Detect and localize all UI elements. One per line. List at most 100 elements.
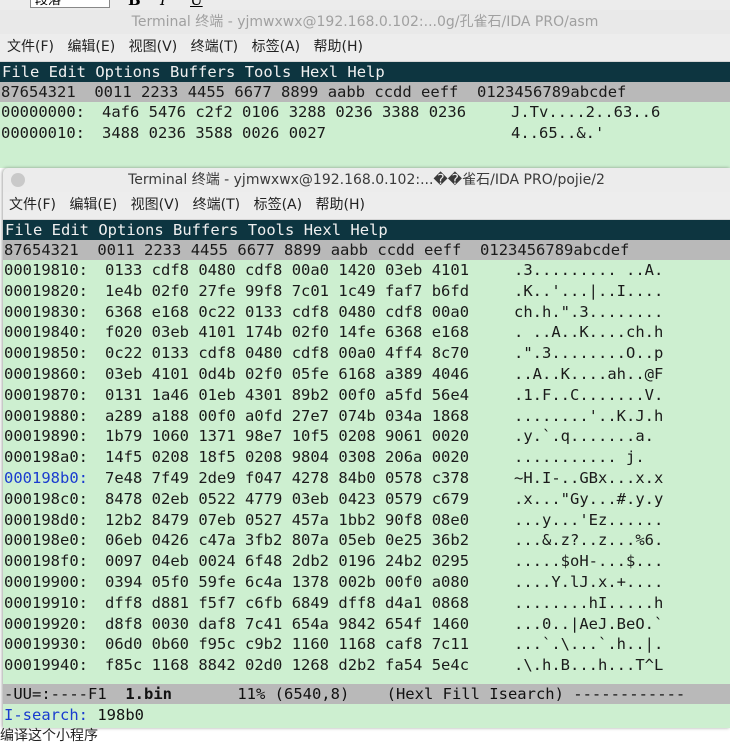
hex-word[interactable]: 05f0 — [152, 573, 189, 591]
hex-word[interactable]: 0097 — [105, 552, 142, 570]
hex-word[interactable]: 1168 — [152, 656, 189, 674]
close-icon[interactable] — [11, 173, 25, 187]
hex-word[interactable]: 8479 — [152, 511, 189, 529]
hex-row[interactable]: 00019940: f85c 1168 8842 02d0 1268 d2b2 f… — [4, 655, 730, 676]
hex-word[interactable]: 03eb — [292, 490, 329, 508]
hex-word[interactable]: 7c01 — [292, 282, 329, 300]
row-hex-bytes[interactable]: 7e48 7f49 2de9 f047 4278 84b0 0578 c378 — [105, 468, 469, 489]
hex-word[interactable]: a188 — [152, 407, 189, 425]
hex-word[interactable]: c9b2 — [245, 635, 282, 653]
hex-row[interactable]: 000198f0: 0097 04eb 0024 6f48 2db2 0196 2… — [4, 551, 730, 572]
hex-word[interactable]: 0106 — [242, 103, 279, 121]
menu-tabs[interactable]: 标签(A) — [254, 197, 303, 213]
hex-word[interactable]: d8f8 — [105, 615, 142, 633]
hex-word[interactable]: f5f7 — [198, 594, 235, 612]
hex-word[interactable]: 0027 — [289, 124, 326, 142]
hex-row[interactable]: 00019830: 6368 e168 0c22 0133 cdf8 0480 c… — [4, 302, 730, 323]
hex-word[interactable]: c679 — [432, 490, 469, 508]
emacs-menu-file[interactable]: File — [2, 63, 39, 81]
hex-word[interactable]: 0579 — [385, 490, 422, 508]
emacs-menu-tools[interactable]: Tools — [245, 63, 292, 81]
hex-word[interactable]: 3388 — [382, 103, 419, 121]
hex-word[interactable]: a289 — [105, 407, 142, 425]
hex-word[interactable]: 98e7 — [245, 427, 282, 445]
hex-word[interactable]: 0b60 — [152, 635, 189, 653]
emacs-menu-help[interactable]: Help — [347, 63, 384, 81]
hex-word[interactable]: 3588 — [195, 124, 232, 142]
row-hex-bytes[interactable]: 0097 04eb 0024 6f48 2db2 0196 24b2 0295 — [105, 551, 469, 572]
row-hex-bytes[interactable]: 1e4b 02f0 27fe 99f8 7c01 1c49 faf7 b6fd — [105, 281, 469, 302]
hex-word[interactable]: 0480 — [245, 344, 282, 362]
hex-word[interactable]: 1460 — [432, 615, 469, 633]
hex-word[interactable]: 02f0 — [245, 365, 282, 383]
row-hex-bytes[interactable]: d8f8 0030 daf8 7c41 654a 9842 654f 1460 — [105, 614, 469, 635]
hex-word[interactable]: faf7 — [385, 282, 422, 300]
hex-word[interactable]: 4301 — [245, 386, 282, 404]
hex-word[interactable]: 7f49 — [152, 469, 189, 487]
hex-word[interactable]: 0527 — [245, 511, 282, 529]
hex-word[interactable]: 02f0 — [152, 282, 189, 300]
hex-word[interactable]: 4101 — [198, 323, 235, 341]
row-hex-bytes[interactable]: 1b79 1060 1371 98e7 10f5 0208 9061 0020 — [105, 426, 469, 447]
emacs-menu-help[interactable]: Help — [350, 221, 387, 239]
hex-word[interactable]: 00f0 — [385, 573, 422, 591]
hex-word[interactable]: 1e4b — [105, 282, 142, 300]
hex-word[interactable]: 6168 — [338, 365, 375, 383]
hex-word[interactable]: 00a0 — [432, 303, 469, 321]
hex-word[interactable]: a389 — [385, 365, 422, 383]
row-hex-bytes[interactable]: 03eb 4101 0d4b 02f0 05fe 6168 a389 4046 — [105, 364, 469, 385]
hex-word[interactable]: 0030 — [152, 615, 189, 633]
hex-word[interactable]: 9804 — [292, 448, 329, 466]
hex-word[interactable]: 4278 — [292, 469, 329, 487]
hex-row[interactable]: 00019860: 03eb 4101 0d4b 02f0 05fe 6168 a… — [4, 364, 730, 385]
hex-row[interactable]: 00019820: 1e4b 02f0 27fe 99f8 7c01 1c49 f… — [4, 281, 730, 302]
hex-word[interactable]: 0208 — [338, 427, 375, 445]
hex-word[interactable]: 0426 — [152, 531, 189, 549]
hex-word[interactable]: c378 — [432, 469, 469, 487]
emacs-menu-hexl[interactable]: Hexl — [304, 221, 341, 239]
hex-word[interactable]: 1168 — [338, 635, 375, 653]
menu-terminal[interactable]: 终端(T) — [191, 39, 238, 55]
hex-word[interactable]: 0d4b — [198, 365, 235, 383]
hex-word[interactable]: 3fb2 — [245, 531, 282, 549]
emacs-minibuffer[interactable]: I-search: 198b0 — [3, 705, 730, 725]
hex-word[interactable]: 02f0 — [292, 323, 329, 341]
hex-word[interactable]: 8c70 — [432, 344, 469, 362]
hex-word[interactable]: daf8 — [198, 615, 235, 633]
hex-word[interactable]: 6368 — [105, 303, 142, 321]
hex-word[interactable]: 06eb — [105, 531, 142, 549]
hex-word[interactable]: 05eb — [338, 531, 375, 549]
hex-word[interactable]: 03eb — [152, 323, 189, 341]
menu-edit[interactable]: 编辑(E) — [69, 197, 117, 213]
menu-edit[interactable]: 编辑(E) — [67, 39, 115, 55]
hex-word[interactable]: 4779 — [245, 490, 282, 508]
hex-word[interactable]: 6f48 — [245, 552, 282, 570]
menu-file[interactable]: 文件(F) — [9, 197, 56, 213]
hex-word[interactable]: f95c — [198, 635, 235, 653]
hex-word[interactable]: 457a — [292, 511, 329, 529]
bold-button[interactable]: B — [128, 0, 141, 9]
hex-word[interactable]: 08e0 — [432, 511, 469, 529]
row-hex-bytes[interactable]: a289 a188 00f0 a0fd 27e7 074b 034a 1868 — [105, 406, 469, 427]
hex-word[interactable]: cdf8 — [152, 261, 189, 279]
hex-word[interactable]: 1378 — [292, 573, 329, 591]
hex-word[interactable]: 07eb — [198, 511, 235, 529]
row-hex-bytes[interactable]: 0394 05f0 59fe 6c4a 1378 002b 00f0 a080 — [105, 572, 469, 593]
hex-word[interactable]: 02d0 — [245, 656, 282, 674]
hex-word[interactable]: c6fb — [245, 594, 282, 612]
hex-word[interactable]: 0131 — [105, 386, 142, 404]
isearch-input[interactable]: 198b0 — [88, 706, 144, 724]
hex-row[interactable]: 00019810: 0133 cdf8 0480 cdf8 00a0 1420 0… — [4, 260, 730, 281]
hex-word[interactable]: 0236 — [149, 124, 186, 142]
menu-help[interactable]: 帮助(H) — [314, 39, 363, 55]
menu-view[interactable]: 视图(V) — [129, 39, 178, 55]
hex-word[interactable]: 4ff4 — [385, 344, 422, 362]
hex-word[interactable]: 0480 — [198, 261, 235, 279]
hex-row[interactable]: 00019920: d8f8 0030 daf8 7c41 654a 9842 6… — [4, 614, 730, 635]
emacs-menu-options[interactable]: Options — [98, 221, 163, 239]
hex-word[interactable]: 034a — [385, 407, 422, 425]
hex-row[interactable]: 00019910: dff8 d881 f5f7 c6fb 6849 dff8 d… — [4, 593, 730, 614]
hex-word[interactable]: 0133 — [245, 303, 282, 321]
hex-row[interactable]: 000198e0: 06eb 0426 c47a 3fb2 807a 05eb 0… — [4, 530, 730, 551]
row-hex-bytes[interactable]: 0133 cdf8 0480 cdf8 00a0 1420 03eb 4101 — [105, 260, 469, 281]
